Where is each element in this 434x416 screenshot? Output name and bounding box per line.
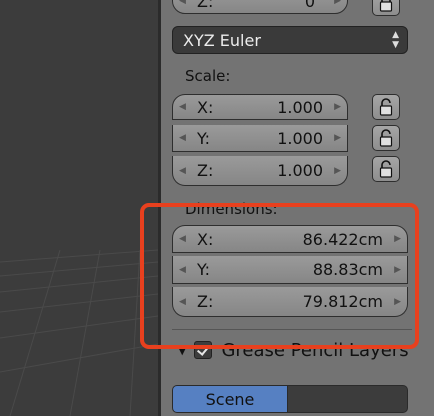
- increment-arrow-icon[interactable]: ▶: [334, 166, 341, 176]
- scale-z-lock-icon[interactable]: [372, 156, 400, 182]
- scale-x-field[interactable]: ◀ X: 1.000 ▶: [172, 94, 348, 120]
- increment-arrow-icon[interactable]: ▶: [334, 0, 341, 6]
- 3d-viewport[interactable]: [0, 0, 158, 416]
- scale-y-lock-icon[interactable]: [372, 125, 400, 151]
- field-value: 1.000: [277, 161, 323, 180]
- field-label: Z:: [197, 161, 214, 180]
- scale-label: Scale:: [185, 67, 231, 85]
- decrement-arrow-icon[interactable]: ◀: [179, 0, 186, 6]
- decrement-arrow-icon[interactable]: ◀: [179, 102, 186, 112]
- scene-toggle-button[interactable]: Scene: [172, 385, 288, 413]
- scene-toggle-label: Scene: [205, 389, 255, 409]
- field-value: 0°: [304, 0, 323, 11]
- scale-z-field[interactable]: ◀ Z: 1.000 ▶: [172, 156, 348, 186]
- increment-arrow-icon[interactable]: ▶: [334, 133, 341, 143]
- rotation-z-lock-icon[interactable]: [372, 0, 400, 16]
- decrement-arrow-icon[interactable]: ◀: [179, 166, 186, 176]
- field-value: 1.000: [277, 97, 323, 117]
- dropdown-value: XYZ Euler: [183, 30, 261, 50]
- object-toggle-button[interactable]: [288, 385, 408, 413]
- scale-x-lock-icon[interactable]: [372, 94, 400, 120]
- field-label: X:: [197, 97, 214, 117]
- field-label: Y:: [197, 128, 211, 148]
- dimensions-highlight-box: [140, 203, 419, 349]
- rotation-z-field[interactable]: ◀ Z: 0° ▶: [172, 0, 348, 14]
- decrement-arrow-icon[interactable]: ◀: [179, 133, 186, 143]
- field-label: Z:: [197, 0, 214, 11]
- scale-y-field[interactable]: ◀ Y: 1.000 ▶: [172, 125, 348, 152]
- updown-arrows-icon: ▲ ▼: [392, 30, 399, 50]
- viewport-grid: [0, 249, 158, 416]
- rotation-mode-dropdown[interactable]: XYZ Euler ▲ ▼: [172, 26, 408, 54]
- field-value: 1.000: [277, 128, 323, 148]
- increment-arrow-icon[interactable]: ▶: [334, 102, 341, 112]
